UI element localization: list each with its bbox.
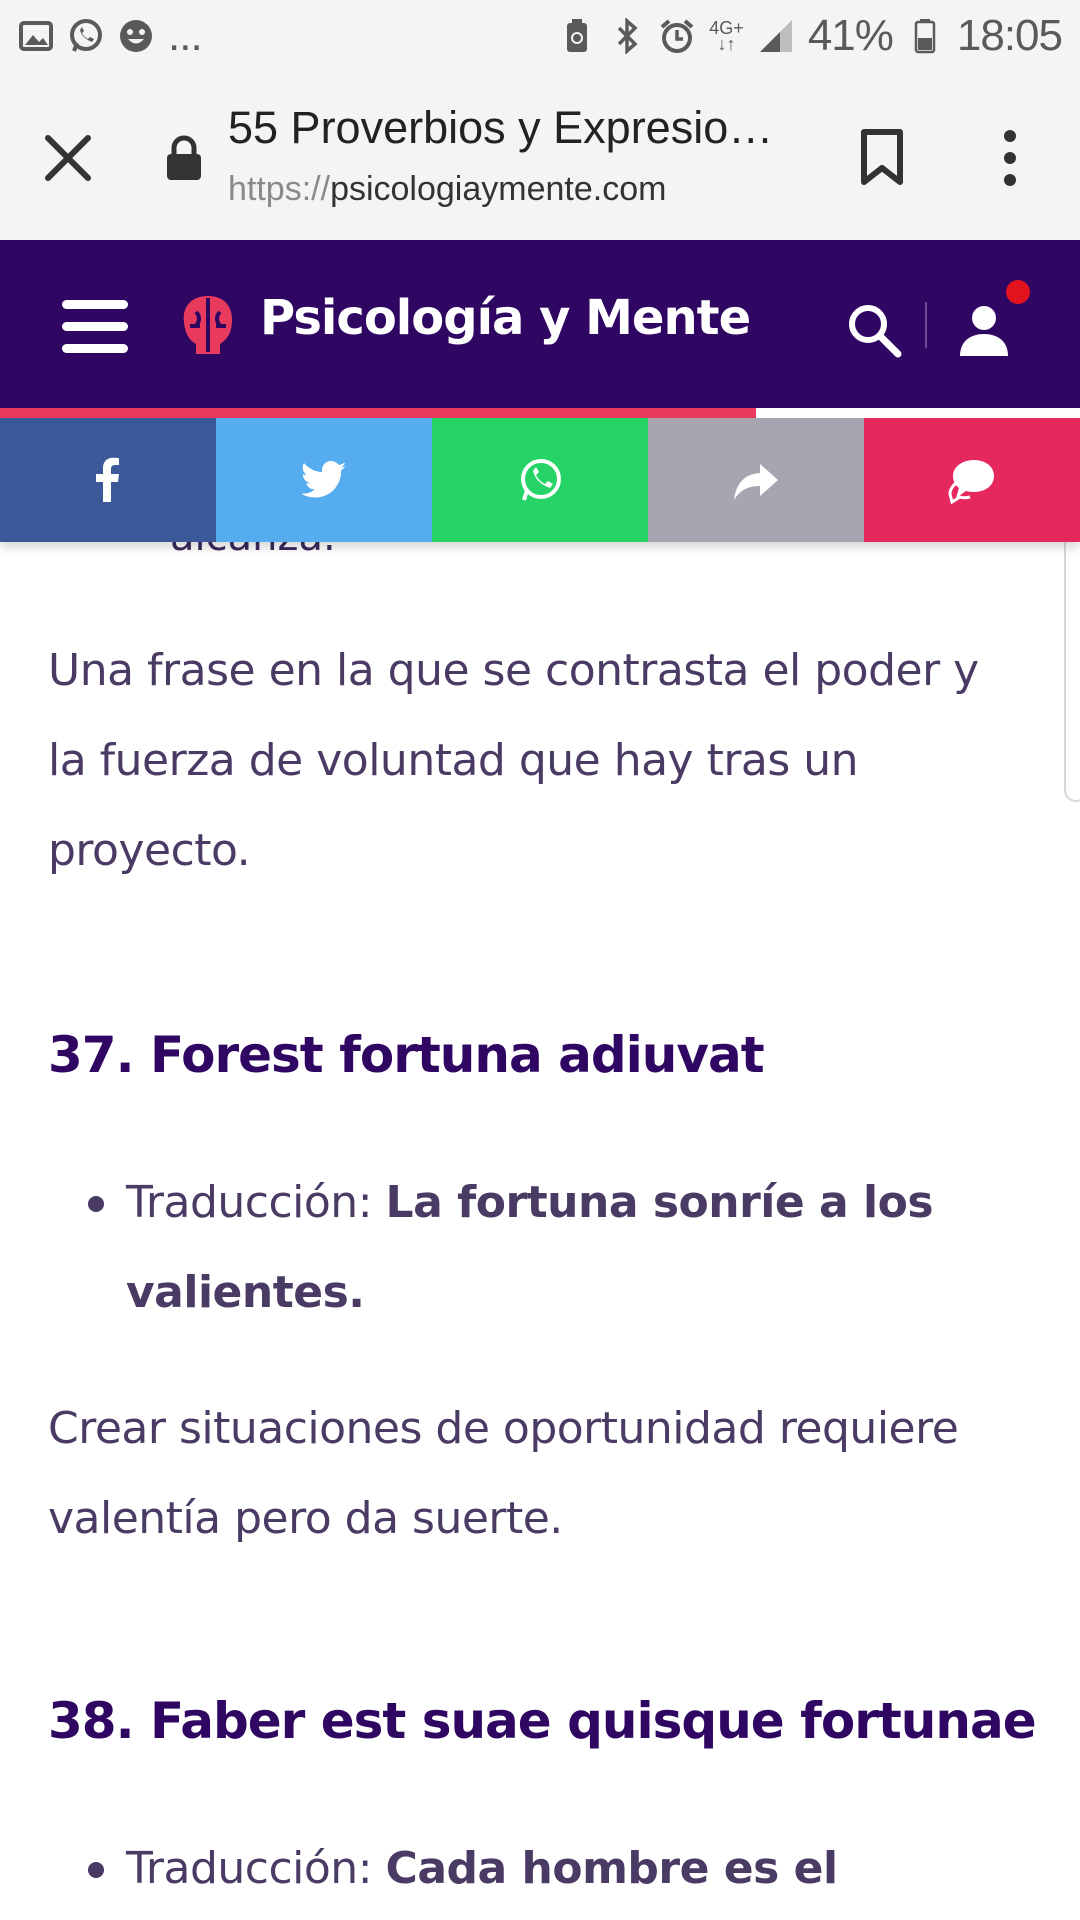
article-content: alcanza. Una frase en la que se contrast…: [0, 542, 1080, 1920]
whatsapp-icon: [68, 18, 104, 54]
bluetooth-icon: [609, 18, 645, 54]
battery-saver-icon: [559, 18, 595, 54]
translation-text: Cada hombre es el: [385, 1843, 839, 1894]
share-generic-button[interactable]: [648, 418, 864, 542]
facebook-icon: [96, 457, 119, 502]
clock: 18:05: [956, 11, 1063, 60]
alarm-icon: [659, 18, 695, 54]
status-left-icons: ...: [18, 11, 203, 61]
article-paragraph: Una frase en la que se contrasta el pode…: [48, 645, 979, 876]
bookmark-icon: [861, 129, 903, 185]
search-button[interactable]: [846, 302, 902, 358]
page-title[interactable]: 55 Proverbios y Expresiones en latín: [228, 102, 788, 154]
user-icon: [960, 306, 1008, 356]
bookmark-button[interactable]: [856, 126, 908, 190]
reading-progress-fill: [0, 408, 756, 418]
close-tab-button[interactable]: [40, 130, 96, 186]
signal-icon: [758, 18, 794, 54]
comment-icon: [948, 460, 994, 504]
site-header: Psicología y Mente: [0, 240, 1080, 408]
site-name[interactable]: Psicología y Mente: [260, 290, 751, 346]
whatsapp-icon: [521, 459, 561, 501]
hamburger-bar: [62, 322, 128, 331]
share-facebook-button[interactable]: [0, 418, 216, 542]
twitter-icon: [301, 461, 346, 498]
hamburger-bar: [62, 344, 128, 353]
battery-percent: 41%: [807, 11, 894, 60]
lock-icon[interactable]: [164, 134, 204, 182]
side-scroll-tab[interactable]: [1064, 542, 1080, 802]
partial-text-line: alcanza.: [170, 542, 336, 560]
search-icon: [849, 305, 902, 358]
gallery-icon: [18, 18, 54, 54]
url-host: psicologiaymente.com: [330, 170, 667, 208]
close-icon: [45, 135, 91, 181]
header-divider: [925, 302, 927, 348]
proverb-heading-37: 37. Forest fortuna adiuvat: [48, 1026, 765, 1084]
translation-label: Traducción:: [126, 1177, 373, 1228]
translation-item-37: Traducción: La fortuna sonríe a los vali…: [88, 1158, 1006, 1338]
share-bar: [0, 418, 1080, 542]
network-type: 4G+ ↓↑: [709, 18, 744, 54]
proverb-heading-38: 38. Faber est suae quisque fortunae: [48, 1692, 1037, 1750]
status-bar: ... 4G+ ↓↑ 41% 18:05: [0, 0, 1080, 72]
share-whatsapp-button[interactable]: [432, 418, 648, 542]
smiley-icon: [118, 18, 154, 54]
browser-toolbar: 55 Proverbios y Expresiones en latín htt…: [0, 72, 1080, 240]
battery-icon: [907, 18, 943, 54]
status-overflow: ...: [168, 11, 203, 60]
translation-label: Traducción:: [126, 1843, 373, 1894]
brain-logo-icon[interactable]: [180, 292, 236, 358]
status-right-icons: 4G+ ↓↑ 41% 18:05: [559, 11, 1063, 61]
article-paragraph: Crear situaciones de oportunidad requier…: [48, 1403, 959, 1544]
share-twitter-button[interactable]: [216, 418, 432, 542]
reading-progress-bar: [0, 408, 1080, 418]
comments-button[interactable]: [864, 418, 1080, 542]
page-url[interactable]: https://psicologiaymente.com: [228, 170, 666, 209]
share-arrow-icon: [734, 464, 778, 500]
menu-button[interactable]: [62, 300, 128, 354]
notification-dot: [1006, 280, 1030, 304]
url-scheme: https://: [228, 170, 331, 208]
translation-item-38: Traducción: Cada hombre es el: [88, 1824, 1006, 1914]
user-account-button[interactable]: [956, 302, 1012, 358]
more-options-button[interactable]: [990, 126, 1030, 190]
hamburger-bar: [62, 300, 128, 309]
more-vert-icon: [1004, 130, 1016, 186]
